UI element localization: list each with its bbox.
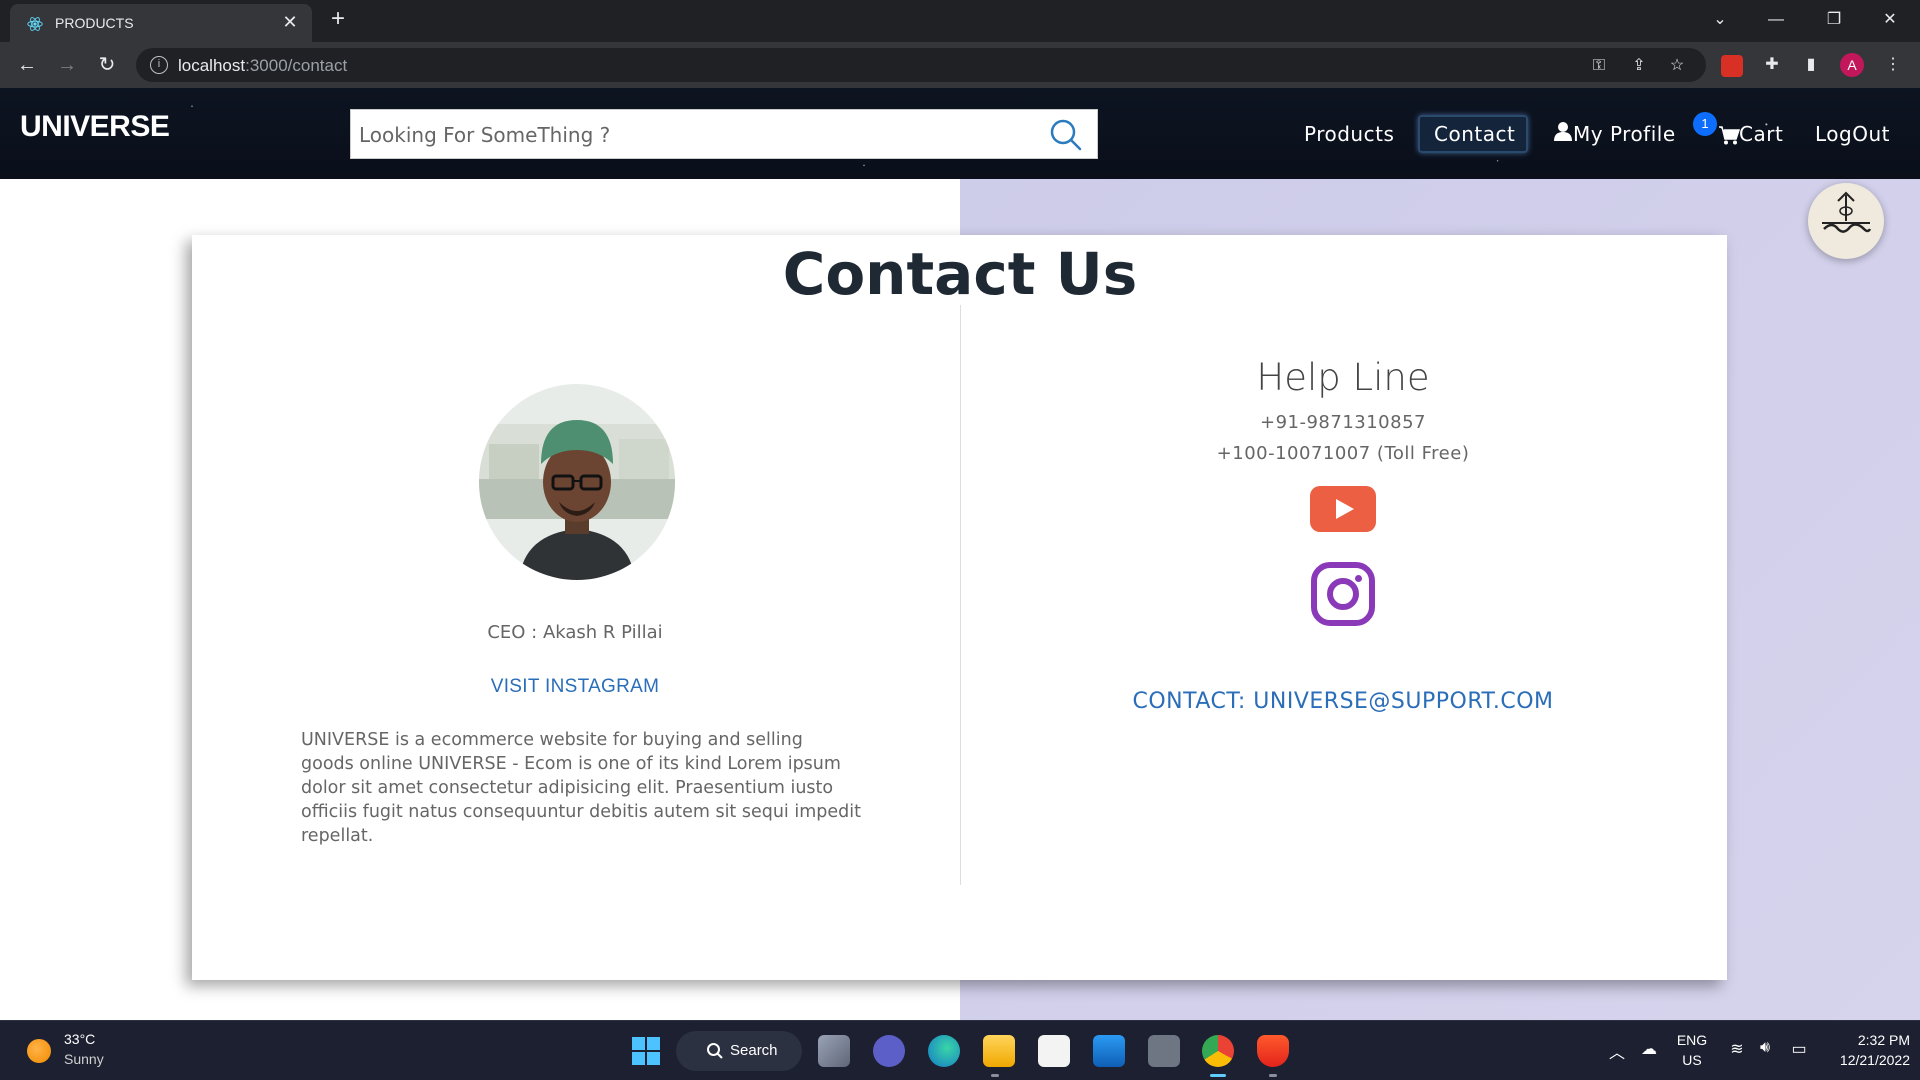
browser-toolbar: ← → ↻ i localhost:3000/contact ⚿ ⇪ ☆ ✚ ▮… <box>0 42 1920 88</box>
windows-taskbar: 33°C Sunny Search ︿ ☁ ENG US ≋ 🔊︎ ▭ 2:32… <box>0 1020 1920 1080</box>
taskbar-search-label: Search <box>730 1042 778 1059</box>
weather-condition[interactable]: Sunny <box>64 1051 104 1067</box>
region-indicator[interactable]: US <box>1674 1052 1710 1068</box>
back-button[interactable]: ← <box>12 50 42 80</box>
phone-number-toll-free: +100-10071007 (Toll Free) <box>1216 443 1470 464</box>
more-menu-icon[interactable]: ⋮ <box>1882 54 1904 76</box>
youtube-icon <box>1336 499 1354 519</box>
side-panel-icon[interactable]: ▮ <box>1800 54 1822 76</box>
reload-button[interactable]: ↻ <box>92 50 122 80</box>
teams-chat-icon[interactable] <box>873 1035 905 1067</box>
key-icon[interactable]: ⚿ <box>1588 55 1610 77</box>
user-icon <box>1554 122 1572 141</box>
puzzle-icon[interactable]: ✚ <box>1761 54 1783 76</box>
help-line-title: Help Line <box>1256 356 1430 399</box>
url-text[interactable]: localhost:3000/contact <box>178 56 347 76</box>
tab-search-chevron-icon[interactable]: ⌄ <box>1706 8 1734 32</box>
language-indicator[interactable]: ENG <box>1674 1032 1710 1048</box>
column-divider <box>960 305 961 885</box>
extension-icon[interactable] <box>1721 55 1743 77</box>
clock-time[interactable]: 2:32 PM <box>1820 1032 1910 1048</box>
tab-title: PRODUCTS <box>55 15 134 31</box>
task-view-icon[interactable] <box>818 1035 850 1067</box>
wifi-icon[interactable]: ≋ <box>1726 1039 1748 1059</box>
ceo-photo <box>479 384 675 580</box>
battery-icon[interactable]: ▭ <box>1788 1039 1810 1059</box>
mahadev-logo-icon <box>1822 191 1872 233</box>
share-icon[interactable]: ⇪ <box>1628 55 1650 77</box>
site-info-icon[interactable]: i <box>150 56 168 74</box>
page-title: Contact Us <box>782 240 1138 308</box>
taskbar-search[interactable]: Search <box>676 1031 802 1071</box>
contact-email-link[interactable]: CONTACT: UNIVERSE@SUPPORT.COM <box>1043 689 1643 714</box>
about-paragraph: UNIVERSE is a ecommerce website for buyi… <box>301 730 861 846</box>
edge-icon[interactable] <box>928 1035 960 1067</box>
site-search-box <box>350 109 1098 159</box>
tab-close-icon[interactable]: ✕ <box>280 12 300 32</box>
nav-contact[interactable]: Contact <box>1434 122 1515 146</box>
react-icon <box>27 17 43 31</box>
search-icon <box>707 1043 723 1059</box>
file-explorer-icon[interactable] <box>983 1035 1015 1067</box>
site-header: UNIVERSE Products Contact My Profile 1 C… <box>0 88 1920 179</box>
sun-icon[interactable] <box>27 1039 51 1063</box>
clock-date[interactable]: 12/21/2022 <box>1820 1052 1910 1068</box>
chevron-up-icon[interactable]: ︿ <box>1606 1039 1628 1063</box>
mail-icon[interactable] <box>1093 1035 1125 1067</box>
visit-instagram-link[interactable]: VISIT INSTAGRAM <box>375 676 775 698</box>
phone-number-primary: +91-9871310857 <box>1259 412 1426 433</box>
nav-logout[interactable]: LogOut <box>1815 122 1890 146</box>
weather-temperature[interactable]: 33°C <box>64 1031 95 1047</box>
new-tab-button[interactable]: + <box>326 7 350 32</box>
bookmark-star-icon[interactable]: ☆ <box>1666 55 1688 77</box>
floating-logo-avatar[interactable] <box>1808 183 1884 259</box>
nav-cart[interactable]: Cart <box>1739 122 1783 146</box>
youtube-button[interactable] <box>1310 486 1376 532</box>
cart-icon <box>1719 126 1740 145</box>
restore-button[interactable]: ❐ <box>1820 8 1848 32</box>
cart-count-badge: 1 <box>1693 112 1717 136</box>
nav-my-profile[interactable]: My Profile <box>1573 122 1676 146</box>
close-window-button[interactable]: ✕ <box>1876 8 1904 32</box>
instagram-icon <box>1311 562 1375 626</box>
brave-icon[interactable] <box>1257 1035 1289 1067</box>
instagram-button[interactable] <box>1310 561 1376 627</box>
windows-start-icon[interactable] <box>630 1035 662 1067</box>
browser-tab-strip: PRODUCTS ✕ + ⌄ — ❐ ✕ <box>0 0 1920 42</box>
onedrive-cloud-icon[interactable]: ☁ <box>1638 1039 1660 1059</box>
forward-button[interactable]: → <box>52 50 82 80</box>
minimize-button[interactable]: — <box>1762 8 1790 32</box>
site-logo[interactable]: UNIVERSE <box>20 110 170 144</box>
search-input[interactable] <box>359 118 1019 152</box>
microsoft-store-icon[interactable] <box>1038 1035 1070 1067</box>
ceo-name: CEO : Akash R Pillai <box>487 622 663 643</box>
nav-products[interactable]: Products <box>1304 122 1394 146</box>
chrome-active-indicator <box>1210 1074 1226 1077</box>
brave-running-indicator <box>1269 1074 1277 1077</box>
calculator-icon[interactable] <box>1148 1035 1180 1067</box>
search-icon[interactable] <box>1049 118 1083 152</box>
explorer-running-indicator <box>991 1074 999 1077</box>
browser-tab[interactable]: PRODUCTS ✕ <box>10 4 312 42</box>
chrome-icon[interactable] <box>1202 1035 1234 1067</box>
volume-icon[interactable]: 🔊︎ <box>1754 1039 1776 1057</box>
profile-avatar[interactable]: A <box>1840 53 1864 77</box>
address-bar[interactable]: i localhost:3000/contact ⚿ ⇪ ☆ <box>136 48 1706 82</box>
